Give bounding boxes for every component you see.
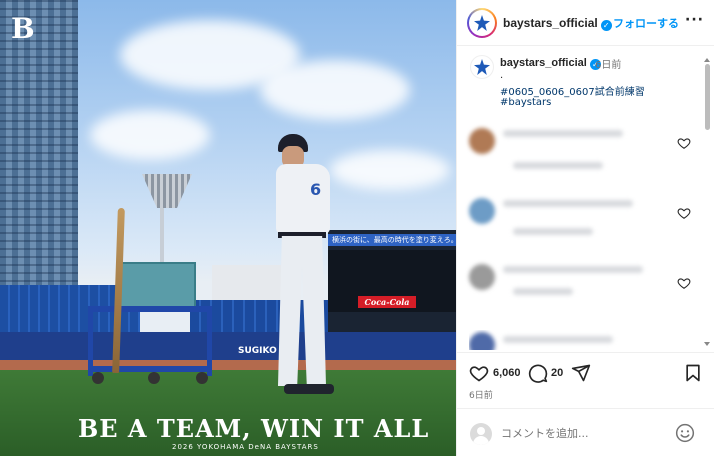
player-jersey	[276, 164, 330, 234]
light-tower	[142, 174, 192, 208]
cart-wheel	[148, 372, 160, 384]
like-heart-icon[interactable]	[469, 363, 489, 383]
outfield-fence	[0, 332, 456, 360]
username-link[interactable]: baystars_official	[503, 16, 598, 30]
post-sidebar: baystars_official ✓ フォローする ··· baystars_o…	[456, 0, 714, 456]
slogan-sub: 2026 YOKOHAMA DeNA BAYSTARS	[172, 443, 319, 451]
slogan: BE A TEAM, WIN IT ALL	[78, 414, 430, 443]
comment-bubble-icon[interactable]	[528, 363, 548, 383]
verified-badge-icon: ✓	[600, 20, 612, 31]
star-logo-icon	[474, 15, 490, 31]
emoji-smile-icon[interactable]	[675, 423, 695, 443]
action-bar: 6,060 20	[457, 352, 714, 402]
caption-username[interactable]: baystars_official	[500, 57, 587, 69]
comment-item	[469, 196, 699, 250]
player-shoes	[284, 384, 334, 394]
cloud	[330, 150, 450, 190]
hashtag-link[interactable]: #baystars	[500, 97, 551, 108]
cart-wheel	[92, 372, 104, 384]
comment-text-blurred	[503, 266, 643, 273]
player-pants	[278, 236, 326, 386]
like-comment-heart-icon[interactable]	[677, 136, 691, 150]
warning-track	[0, 360, 456, 370]
comment-text-blurred	[503, 336, 613, 343]
cart-frame	[88, 306, 212, 312]
ball-cart	[88, 262, 212, 384]
comment-avatar[interactable]	[469, 128, 495, 154]
cart-shelf	[88, 366, 212, 372]
more-options-icon[interactable]: ···	[685, 12, 704, 28]
star-logo-icon	[474, 59, 490, 75]
hashtag-link[interactable]: #0605_0606_0607試合前練習	[500, 83, 645, 98]
comment-avatar[interactable]	[469, 198, 495, 224]
comment-item	[469, 126, 699, 180]
profile-avatar[interactable]	[467, 8, 497, 38]
scoreboard-banner: 横浜の街に、最高の時代を塗り変えろ。	[328, 234, 456, 246]
like-count[interactable]: 6,060	[493, 367, 521, 379]
player: 6	[268, 130, 338, 400]
comment-text-blurred	[503, 200, 633, 207]
comment-composer	[457, 408, 714, 456]
post-photo[interactable]: B 横浜の街に、最高の時代を塗り変えろ。 Coca-Cola SUGIKO 6 …	[0, 0, 456, 456]
scroll-down-arrow-icon[interactable]	[704, 342, 710, 346]
ball-basket	[116, 262, 196, 310]
bookmark-save-icon[interactable]	[683, 363, 703, 383]
post-date[interactable]: 6日前	[469, 388, 493, 401]
follow-button[interactable]: フォローする	[613, 15, 679, 31]
comment-meta-blurred	[513, 288, 573, 295]
comment-meta-blurred	[513, 162, 603, 169]
caption-timestamp[interactable]: 6日前	[595, 56, 621, 71]
comment-meta-blurred	[513, 228, 593, 235]
jersey-number: 6	[310, 180, 322, 199]
comment-avatar[interactable]	[469, 332, 495, 350]
like-comment-heart-icon[interactable]	[677, 206, 691, 220]
comments-scrollbar[interactable]	[704, 58, 710, 348]
scrollbar-thumb[interactable]	[705, 64, 710, 130]
comment-text-blurred	[503, 130, 623, 137]
share-send-icon[interactable]	[571, 363, 591, 383]
user-avatar-icon	[470, 423, 492, 445]
comment-item	[469, 330, 699, 350]
billboard: Coca-Cola	[358, 296, 416, 308]
post-header: baystars_official ✓ フォローする ···	[457, 0, 714, 46]
comment-avatar[interactable]	[469, 264, 495, 290]
comment-item	[469, 262, 699, 316]
cloud	[90, 110, 210, 160]
scroll-up-arrow-icon[interactable]	[704, 58, 710, 62]
comment-input[interactable]	[501, 423, 661, 443]
cart-wheel	[196, 372, 208, 384]
like-comment-heart-icon[interactable]	[677, 276, 691, 290]
caption-avatar[interactable]	[470, 55, 494, 79]
cloud	[260, 60, 410, 120]
comment-count[interactable]: 20	[551, 367, 563, 379]
team-logo: B	[11, 12, 35, 45]
caption-text: .	[500, 70, 504, 81]
